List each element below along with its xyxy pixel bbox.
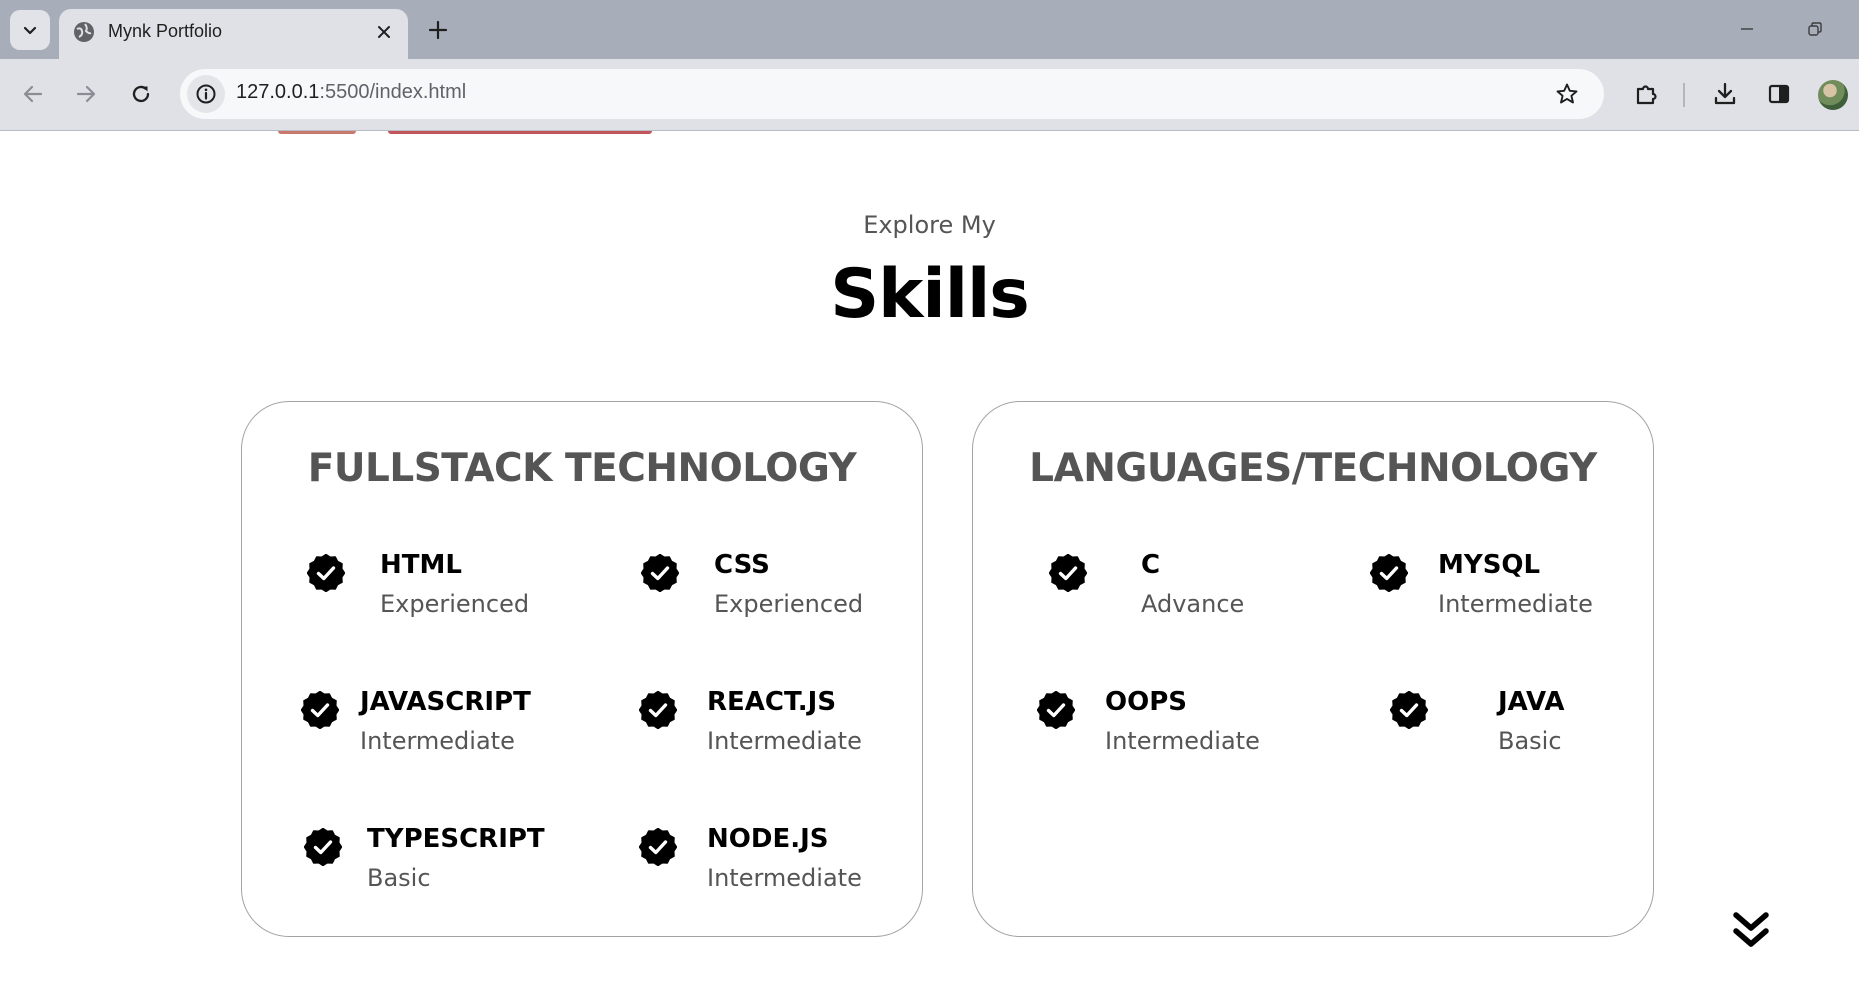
side-panel-icon [1767, 82, 1791, 106]
previous-section-edge [388, 131, 652, 134]
tab-strip: Mynk Portfolio [0, 0, 1859, 59]
checkmark-badge-icon [641, 554, 679, 592]
checkmark-badge-icon [304, 828, 342, 866]
skill-name: C [1141, 550, 1160, 580]
skill-name: REACT.JS [707, 687, 836, 717]
browser-toolbar: 127.0.0.1:5500/index.html [0, 59, 1859, 131]
badge-seal-shape [1371, 555, 1408, 592]
skill-name: HTML [380, 550, 462, 580]
skill-level: Experienced [380, 590, 529, 618]
checkmark-badge-icon [1049, 554, 1087, 592]
url-host: 127.0.0.1 [236, 81, 319, 103]
checkmark-badge-icon [1390, 691, 1428, 729]
checkmark-badge-icon [639, 691, 677, 729]
checkmark-badge-icon [301, 691, 339, 729]
skill-name: TYPESCRIPT [367, 824, 545, 854]
tab-search-button[interactable] [10, 10, 50, 50]
skills-card-fullstack: FULLSTACK TECHNOLOGY HTML Experienced CS… [241, 401, 923, 937]
badge-seal-shape [640, 829, 677, 866]
plus-icon [428, 20, 448, 40]
arrow-left-icon [22, 83, 44, 105]
profile-avatar[interactable] [1818, 80, 1848, 110]
badge-seal-shape [308, 555, 345, 592]
skill-name: JAVASCRIPT [360, 687, 531, 717]
forward-button[interactable] [69, 77, 103, 111]
reload-button[interactable] [124, 77, 158, 111]
globe-icon [73, 21, 95, 43]
downloads-button[interactable] [1708, 77, 1742, 111]
badge-seal-shape [305, 829, 342, 866]
side-panel-button[interactable] [1762, 77, 1796, 111]
skill-name: JAVA [1498, 687, 1565, 717]
page-viewport: Explore My Skills FULLSTACK TECHNOLOGY H… [0, 131, 1859, 982]
url-text[interactable]: 127.0.0.1:5500/index.html [236, 81, 466, 104]
badge-seal-shape [1391, 692, 1428, 729]
new-tab-button[interactable] [425, 17, 451, 43]
badge-seal-shape [302, 692, 339, 729]
chevron-down-icon [22, 22, 38, 38]
toolbar-separator [1683, 83, 1685, 107]
bookmark-button[interactable] [1554, 81, 1580, 107]
skill-level: Basic [1498, 727, 1562, 755]
puzzle-icon [1633, 81, 1659, 107]
checkmark-badge-icon [307, 554, 345, 592]
address-bar[interactable]: 127.0.0.1:5500/index.html [180, 69, 1604, 119]
arrow-right-icon [75, 83, 97, 105]
site-info-button[interactable] [187, 75, 225, 113]
skill-name: CSS [714, 550, 770, 580]
browser-chrome: Mynk Portfolio 127.0.0.1:550 [0, 0, 1859, 131]
back-button[interactable] [16, 77, 50, 111]
card-title: FULLSTACK TECHNOLOGY [242, 446, 922, 491]
badge-seal-shape [642, 555, 679, 592]
section-title: Skills [0, 255, 1859, 334]
skill-name: OOPS [1105, 687, 1187, 717]
badge-seal-shape [640, 692, 677, 729]
reload-icon [130, 83, 152, 105]
badge-seal-shape [1038, 692, 1075, 729]
checkmark-badge-icon [1037, 691, 1075, 729]
skill-level: Basic [367, 864, 431, 892]
previous-section-edge [278, 131, 356, 134]
download-icon [1712, 81, 1738, 107]
skill-name: MYSQL [1438, 550, 1540, 580]
skills-card-languages: LANGUAGES/TECHNOLOGY C Advance MYSQL Int… [972, 401, 1654, 937]
skill-level: Intermediate [360, 727, 515, 755]
checkmark-badge-icon [1370, 554, 1408, 592]
close-tab-button[interactable] [372, 20, 396, 44]
extensions-button[interactable] [1629, 77, 1663, 111]
skill-name: NODE.JS [707, 824, 828, 854]
tab-title: Mynk Portfolio [108, 21, 222, 42]
restore-icon [1807, 21, 1823, 37]
close-icon [377, 25, 391, 39]
minimize-window-button[interactable] [1730, 14, 1764, 44]
skill-level: Experienced [714, 590, 863, 618]
badge-seal-shape [1050, 555, 1087, 592]
info-icon [195, 83, 217, 105]
section-subtitle: Explore My [0, 211, 1859, 239]
skill-level: Advance [1141, 590, 1244, 618]
skill-level: Intermediate [707, 727, 862, 755]
star-icon [1555, 82, 1579, 106]
restore-window-button[interactable] [1798, 14, 1832, 44]
checkmark-badge-icon [639, 828, 677, 866]
active-tab[interactable]: Mynk Portfolio [59, 9, 408, 59]
url-path: :5500/index.html [319, 81, 466, 103]
skill-level: Intermediate [707, 864, 862, 892]
skill-level: Intermediate [1105, 727, 1260, 755]
minimize-icon [1739, 21, 1755, 37]
card-title: LANGUAGES/TECHNOLOGY [973, 446, 1653, 491]
skill-level: Intermediate [1438, 590, 1593, 618]
double-chevron-down-icon[interactable] [1732, 911, 1770, 951]
